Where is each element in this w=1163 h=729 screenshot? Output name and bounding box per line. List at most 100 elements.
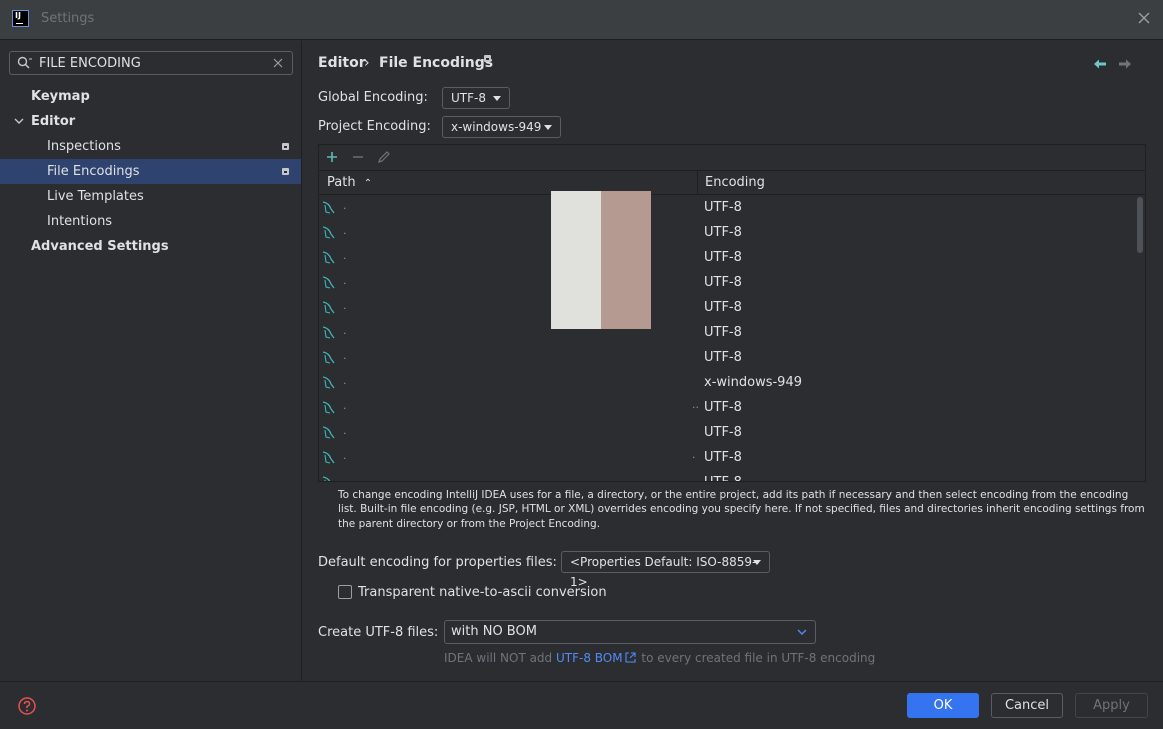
table-row[interactable]: . x-windows-949 xyxy=(319,370,1137,395)
path-value: . xyxy=(343,274,347,287)
encoding-value[interactable]: UTF-8 xyxy=(704,320,742,345)
project-encoding-label: Project Encoding: xyxy=(318,119,431,134)
search-input[interactable] xyxy=(39,54,269,72)
folder-path-icon xyxy=(322,351,335,364)
sidebar-item-label: Keymap xyxy=(31,89,90,104)
table-toolbar xyxy=(319,145,1145,171)
folder-path-icon xyxy=(322,226,335,239)
sidebar-item-file-encodings[interactable]: File Encodings xyxy=(0,159,301,184)
redacted-image xyxy=(551,191,651,329)
clear-search-icon[interactable] xyxy=(273,58,283,68)
create-utf8-select[interactable]: with NO BOM xyxy=(444,620,816,644)
encoding-value[interactable]: UTF-8 xyxy=(704,395,742,420)
sidebar-item-intentions[interactable]: Intentions xyxy=(0,209,301,234)
global-encoding-select[interactable]: UTF-8 xyxy=(442,87,510,109)
table-row[interactable]: . UTF-8 xyxy=(319,470,1137,482)
edit-icon[interactable] xyxy=(377,150,391,164)
global-encoding-value: UTF-8 xyxy=(451,91,486,105)
table-row[interactable]: . UTF-8 xyxy=(319,195,1137,220)
chevron-down-icon xyxy=(797,629,807,635)
native-to-ascii-label[interactable]: Transparent native-to-ascii conversion xyxy=(358,585,607,600)
native-to-ascii-checkbox[interactable] xyxy=(338,585,352,599)
properties-encoding-select[interactable]: <Properties Default: ISO-8859-1> xyxy=(561,551,770,589)
encoding-column-header[interactable]: Encoding xyxy=(705,171,765,195)
table-row[interactable]: . UTF-8 xyxy=(319,420,1137,445)
project-scope-icon xyxy=(282,143,289,150)
folder-path-icon xyxy=(322,201,335,214)
project-scope-icon xyxy=(282,168,289,175)
path-value: . xyxy=(343,474,347,482)
project-encoding-value: x-windows-949 xyxy=(451,120,542,134)
folder-path-icon xyxy=(322,476,331,481)
breadcrumb-parent[interactable]: Editor xyxy=(318,55,366,71)
redaction-block xyxy=(601,191,651,329)
close-icon[interactable] xyxy=(1137,11,1151,25)
path-value: . xyxy=(343,374,347,387)
help-icon[interactable] xyxy=(17,696,37,716)
ok-button[interactable]: OK xyxy=(907,693,979,718)
encoding-value[interactable]: UTF-8 xyxy=(704,345,742,370)
folder-path-icon xyxy=(322,301,335,314)
table-row[interactable]: . UTF-8 xyxy=(319,295,1137,320)
cancel-button[interactable]: Cancel xyxy=(991,693,1063,718)
table-row[interactable]: . UTF-8 xyxy=(319,345,1137,370)
file-encodings-table: Path ⌃ Encoding . UTF-8. UTF-8. UTF-8. UTF-8… xyxy=(318,144,1146,482)
folder-path-icon xyxy=(322,276,335,289)
properties-encoding-label: Default encoding for properties files: xyxy=(318,555,557,570)
encoding-value[interactable]: UTF-8 xyxy=(704,245,742,270)
table-row[interactable]: . UTF-8 xyxy=(319,320,1137,345)
encoding-value[interactable]: UTF-8 xyxy=(704,445,742,470)
bom-hint-prefix: IDEA will NOT add xyxy=(444,651,556,665)
table-header: Path ⌃ Encoding xyxy=(319,171,1145,195)
settings-search[interactable] xyxy=(9,51,293,75)
table-row[interactable]: .. UTF-8 xyxy=(319,445,1137,470)
breadcrumb-separator: › xyxy=(364,55,370,71)
sidebar-item-label: Intentions xyxy=(47,214,113,229)
column-divider[interactable] xyxy=(697,171,698,195)
encoding-help-text: To change encoding IntelliJ IDEA uses fo… xyxy=(338,489,1145,530)
encoding-value[interactable]: UTF-8 xyxy=(704,220,742,245)
bom-hint-suffix: to every created file in UTF-8 encoding xyxy=(637,651,876,665)
table-row[interactable]: . UTF-8 xyxy=(319,220,1137,245)
external-link-icon[interactable] xyxy=(625,652,636,663)
folder-path-icon xyxy=(322,426,335,439)
sidebar-item-editor[interactable]: Editor xyxy=(0,109,301,134)
forward-arrow-icon[interactable] xyxy=(1118,58,1132,70)
encoding-value[interactable]: UTF-8 xyxy=(704,470,742,481)
sidebar-item-advanced-settings[interactable]: Advanced Settings xyxy=(0,234,301,259)
table-row[interactable]: . UTF-8 xyxy=(319,270,1137,295)
encoding-value[interactable]: UTF-8 xyxy=(704,420,742,445)
encoding-value[interactable]: x-windows-949 xyxy=(704,370,802,395)
path-value: . xyxy=(343,224,347,237)
title-bar: IJ Settings xyxy=(0,0,1163,40)
remove-icon[interactable] xyxy=(351,150,365,164)
path-value: . xyxy=(343,249,347,262)
apply-button[interactable]: Apply xyxy=(1075,693,1148,718)
sidebar-item-live-templates[interactable]: Live Templates xyxy=(0,184,301,209)
back-arrow-icon[interactable] xyxy=(1093,58,1107,70)
dialog-footer: OK Cancel Apply xyxy=(0,681,1163,729)
path-column-header[interactable]: Path ⌃ xyxy=(327,171,372,195)
folder-path-icon xyxy=(322,401,335,414)
table-scrollbar[interactable] xyxy=(1137,197,1143,253)
encoding-value[interactable]: UTF-8 xyxy=(704,295,742,320)
table-row[interactable]: . UTF-8 xyxy=(319,245,1137,270)
global-encoding-label: Global Encoding: xyxy=(318,90,428,105)
sort-ascending-icon: ⌃ xyxy=(363,178,373,189)
chevron-down-icon[interactable] xyxy=(14,118,24,125)
sidebar-item-inspections[interactable]: Inspections xyxy=(0,134,301,159)
encoding-value[interactable]: UTF-8 xyxy=(704,195,742,220)
dropdown-arrow-icon xyxy=(544,125,552,130)
utf8-bom-link[interactable]: UTF-8 BOM xyxy=(556,651,623,665)
add-icon[interactable] xyxy=(325,150,339,164)
encoding-value[interactable]: UTF-8 xyxy=(704,270,742,295)
folder-path-icon xyxy=(322,326,335,339)
sidebar-item-label: File Encodings xyxy=(47,164,140,179)
settings-sidebar: Keymap Editor Inspections File Encodings… xyxy=(0,41,302,681)
sidebar-item-keymap[interactable]: Keymap xyxy=(0,84,301,109)
project-encoding-select[interactable]: x-windows-949 xyxy=(442,116,561,138)
table-row[interactable]: ... UTF-8 xyxy=(319,395,1137,420)
sidebar-item-label: Live Templates xyxy=(47,189,144,204)
sidebar-item-label: Advanced Settings xyxy=(31,239,169,254)
sidebar-item-label: Inspections xyxy=(47,139,121,154)
